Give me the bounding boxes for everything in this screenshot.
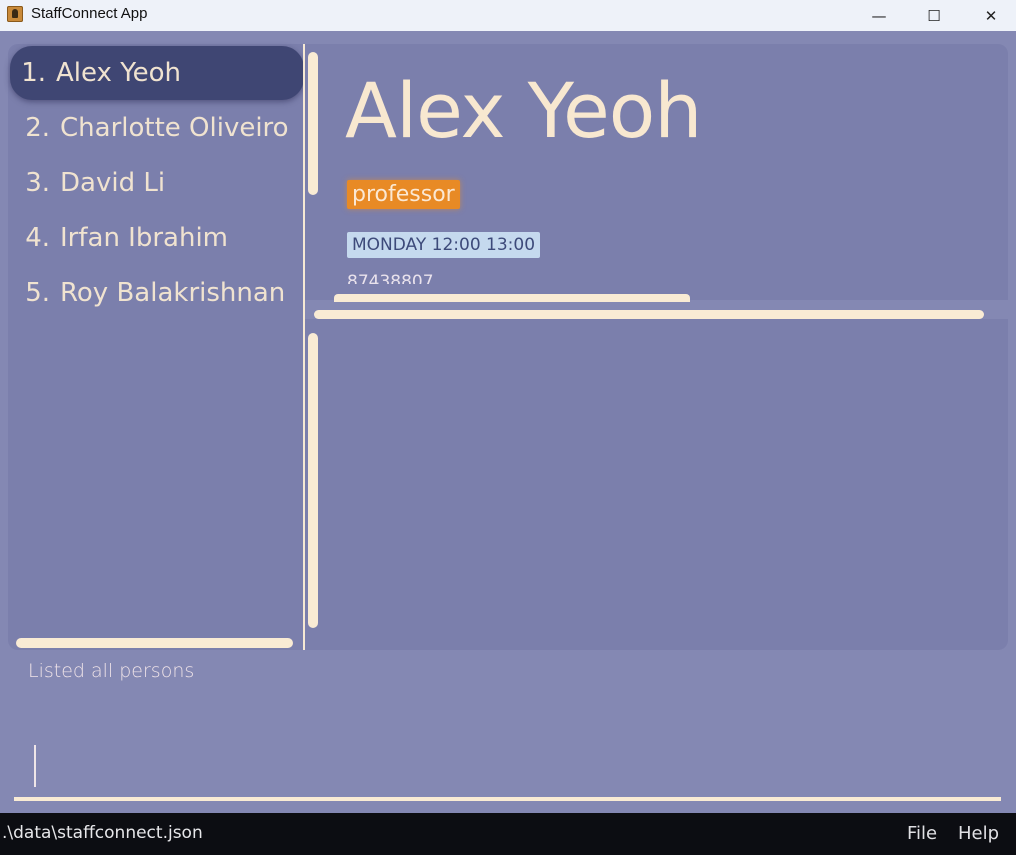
person-list-horizontal-scrollbar[interactable] xyxy=(16,638,293,648)
minimize-button[interactable]: — xyxy=(856,0,902,31)
window-title: StaffConnect App xyxy=(31,5,148,22)
list-item-index: 2. xyxy=(25,113,50,143)
schedule-badge: MONDAY 12:00 13:00 xyxy=(347,232,541,258)
result-display: Listed all persons xyxy=(28,660,195,682)
person-list-item[interactable]: 4. Irfan Ibrahim xyxy=(10,211,306,265)
menu-file[interactable]: File xyxy=(907,823,937,844)
text-caret xyxy=(34,745,36,787)
detail-horizontal-scrollbar[interactable] xyxy=(334,294,690,302)
lower-vertical-scrollbar[interactable] xyxy=(308,333,318,628)
list-item-index: 5. xyxy=(25,278,50,308)
list-item-name: Irfan Ibrahim xyxy=(60,223,229,253)
person-list-panel: 1. Alex Yeoh 2. Charlotte Oliveiro 3. Da… xyxy=(8,44,304,650)
list-item-name: Roy Balakrishnan xyxy=(60,278,286,308)
list-item-name: Alex Yeoh xyxy=(56,58,182,88)
save-file-path: .\data\staffconnect.json xyxy=(2,823,203,843)
status-bar: .\data\staffconnect.json File Help xyxy=(0,813,1016,855)
title-bar: StaffConnect App — ☐ ✕ xyxy=(0,0,1016,31)
close-icon: ✕ xyxy=(984,6,998,25)
person-list-item[interactable]: 3. David Li xyxy=(10,156,306,210)
maximize-button[interactable]: ☐ xyxy=(911,0,957,31)
person-list-item[interactable]: 5. Roy Balakrishnan xyxy=(10,266,306,320)
pane-divider[interactable] xyxy=(303,44,305,650)
command-input-underline xyxy=(14,797,1001,801)
list-item-index: 1. xyxy=(21,58,46,88)
close-button[interactable]: ✕ xyxy=(968,0,1014,31)
phone-text: 87438807 xyxy=(347,272,434,284)
tag-badge: professor xyxy=(347,180,460,209)
list-item-name: David Li xyxy=(60,168,166,198)
secondary-detail-panel xyxy=(305,319,1008,650)
list-item-index: 3. xyxy=(25,168,50,198)
contact-book-icon xyxy=(7,6,23,22)
person-detail-panel: Alex Yeoh professor MONDAY 12:00 13:00 8… xyxy=(305,44,1008,300)
lower-horizontal-scrollbar[interactable] xyxy=(314,310,984,319)
list-item-index: 4. xyxy=(25,223,50,253)
list-item-name: Charlotte Oliveiro xyxy=(60,113,289,143)
detail-name: Alex Yeoh xyxy=(345,66,702,155)
maximize-icon: ☐ xyxy=(927,6,941,25)
person-list-item[interactable]: 2. Charlotte Oliveiro xyxy=(10,101,306,155)
detail-vertical-scrollbar[interactable] xyxy=(308,52,318,195)
person-list-item[interactable]: 1. Alex Yeoh xyxy=(10,46,304,100)
minimize-icon: — xyxy=(871,6,887,25)
command-input[interactable] xyxy=(28,740,1002,794)
menu-help[interactable]: Help xyxy=(958,823,999,844)
